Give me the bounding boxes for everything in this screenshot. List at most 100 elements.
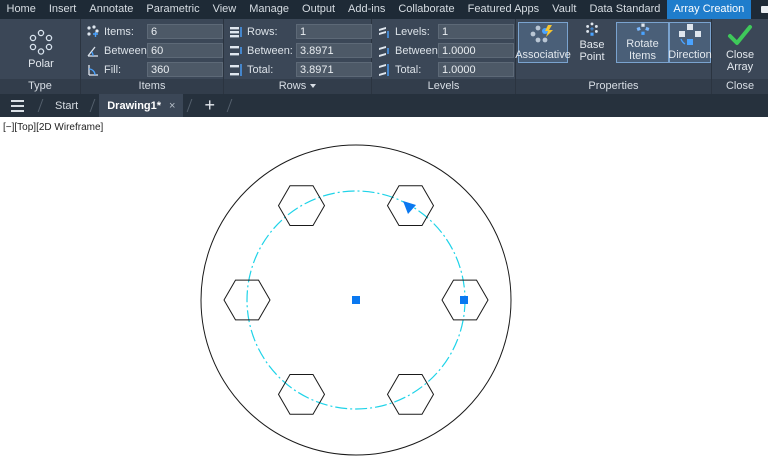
items-fill-label: Fill: — [104, 63, 122, 76]
hamburger-icon-bar — [10, 109, 24, 112]
rows-total-row: Total: — [228, 61, 372, 78]
tab-collaborate[interactable]: Collaborate — [392, 0, 461, 19]
items-between-row: Between: — [85, 42, 223, 59]
direction-button[interactable]: Direction — [668, 22, 712, 63]
rows-total-input[interactable] — [296, 62, 372, 77]
items-fill-row: Fill: — [85, 61, 223, 78]
tab-home[interactable]: Home — [0, 0, 42, 19]
associative-button[interactable]: Associative — [515, 22, 571, 63]
base-item-grip[interactable] — [460, 296, 468, 304]
items-count-input[interactable] — [147, 24, 223, 39]
tab-view[interactable]: View — [206, 0, 243, 19]
polar-array-icon — [29, 29, 53, 55]
rows-panel-title[interactable]: Rows — [224, 79, 371, 94]
rows-panel: Rows: Between: Total: Rows — [224, 19, 372, 94]
close-array-label-line1: Close — [725, 49, 755, 61]
row-spacing-icon — [228, 43, 244, 59]
tab-add-ins[interactable]: Add-ins — [342, 0, 392, 19]
tab-manage[interactable]: Manage — [243, 0, 296, 19]
workspace-toggle-button[interactable] — [760, 3, 768, 16]
polar-button[interactable]: Polar — [16, 29, 66, 70]
center-grip[interactable] — [352, 296, 360, 304]
levels-label: Levels: — [395, 25, 430, 38]
tab-data-standard[interactable]: Data Standard — [583, 0, 667, 19]
items-between-label: Between: — [104, 44, 150, 57]
levels-count-input[interactable] — [438, 24, 514, 39]
polar-button-label: Polar — [28, 58, 54, 70]
items-label: Items: — [104, 25, 134, 38]
rows-panel-title-label: Rows — [278, 80, 307, 92]
rows-icon — [228, 24, 244, 40]
items-icon — [85, 24, 101, 40]
angle-between-icon — [85, 43, 101, 59]
rows-count-row: Rows: — [228, 23, 372, 40]
close-array-button[interactable]: Close Array — [715, 23, 765, 73]
file-tab-start[interactable]: Start — [47, 94, 86, 117]
drawing-canvas[interactable]: [−][Top][2D Wireframe] — [0, 117, 768, 461]
fill-angle-icon — [85, 62, 101, 78]
rows-count-input[interactable] — [296, 24, 372, 39]
rows-between-row: Between: — [228, 42, 372, 59]
levels-total-input[interactable] — [438, 62, 514, 77]
file-tab-bar: Start Drawing1* × + — [0, 94, 768, 117]
tab-parametric[interactable]: Parametric — [140, 0, 206, 19]
tab-featured-apps[interactable]: Featured Apps — [461, 0, 546, 19]
levels-panel: Levels: Between: Total: Levels — [372, 19, 516, 94]
file-tab-start-label: Start — [55, 99, 79, 112]
properties-panel-title: Properties — [516, 79, 711, 94]
levels-between-input[interactable] — [438, 43, 514, 58]
base-point-button[interactable]: Base Point — [568, 22, 616, 63]
tab-separator — [89, 99, 96, 112]
items-between-input[interactable] — [147, 43, 223, 58]
rows-total-icon — [228, 62, 244, 78]
rows-between-input[interactable] — [296, 43, 372, 58]
panel-toggle-icon — [760, 6, 768, 13]
base-point-label: Base Point — [579, 39, 605, 63]
levels-panel-title: Levels — [372, 79, 515, 94]
tab-vault[interactable]: Vault — [546, 0, 583, 19]
rotate-items-icon — [636, 23, 649, 35]
level-spacing-icon — [376, 43, 392, 59]
items-panel: Items: Between: Fill: Items — [81, 19, 224, 94]
tab-annotate[interactable]: Annotate — [83, 0, 140, 19]
base-point-icon — [586, 22, 598, 36]
levels-total-label: Total: — [395, 63, 422, 76]
hamburger-icon — [10, 99, 24, 102]
file-menu-button[interactable] — [0, 94, 34, 117]
hamburger-icon-bar — [10, 104, 24, 107]
close-array-label-line2: Array — [726, 61, 754, 73]
file-tab-drawing1[interactable]: Drawing1* × — [99, 94, 184, 117]
hexagon-item[interactable] — [386, 374, 435, 415]
levels-total-icon — [376, 62, 392, 78]
associative-label: Associative — [515, 49, 571, 61]
angle-grip-arrow[interactable] — [403, 201, 416, 214]
close-panel: Close Array Close — [712, 19, 768, 94]
type-panel: Polar Type — [0, 19, 81, 94]
tab-output[interactable]: Output — [296, 0, 342, 19]
levels-icon — [376, 24, 392, 40]
direction-label: Direction — [668, 49, 712, 61]
ribbon: Polar Type Items: Between: Fill: Items — [0, 19, 768, 94]
items-fill-input[interactable] — [147, 62, 223, 77]
items-count-row: Items: — [85, 23, 223, 40]
tab-separator — [187, 99, 193, 112]
tab-separator — [37, 99, 44, 112]
new-tab-button[interactable]: + — [196, 94, 223, 117]
rotate-items-button[interactable]: Rotate Items — [616, 22, 669, 63]
close-panel-title: Close — [712, 79, 768, 94]
rotate-items-label: Rotate Items — [626, 38, 659, 62]
close-icon[interactable]: × — [169, 100, 175, 112]
tab-array-creation[interactable]: Array Creation — [666, 0, 751, 19]
checkmark-icon — [728, 25, 752, 45]
file-tab-drawing1-label: Drawing1* — [107, 99, 162, 112]
drawing-svg — [200, 144, 512, 456]
rows-total-label: Total: — [247, 63, 274, 76]
levels-between-label: Between: — [395, 44, 441, 57]
levels-between-row: Between: — [376, 42, 514, 59]
chevron-down-icon — [310, 84, 317, 89]
direction-icon — [679, 24, 701, 45]
tab-insert[interactable]: Insert — [42, 0, 83, 19]
menu-bar: Home Insert Annotate Parametric View Man… — [0, 0, 768, 19]
rows-label: Rows: — [247, 25, 278, 38]
properties-panel: Associative Base Point Rotate Items Dire… — [515, 19, 712, 94]
